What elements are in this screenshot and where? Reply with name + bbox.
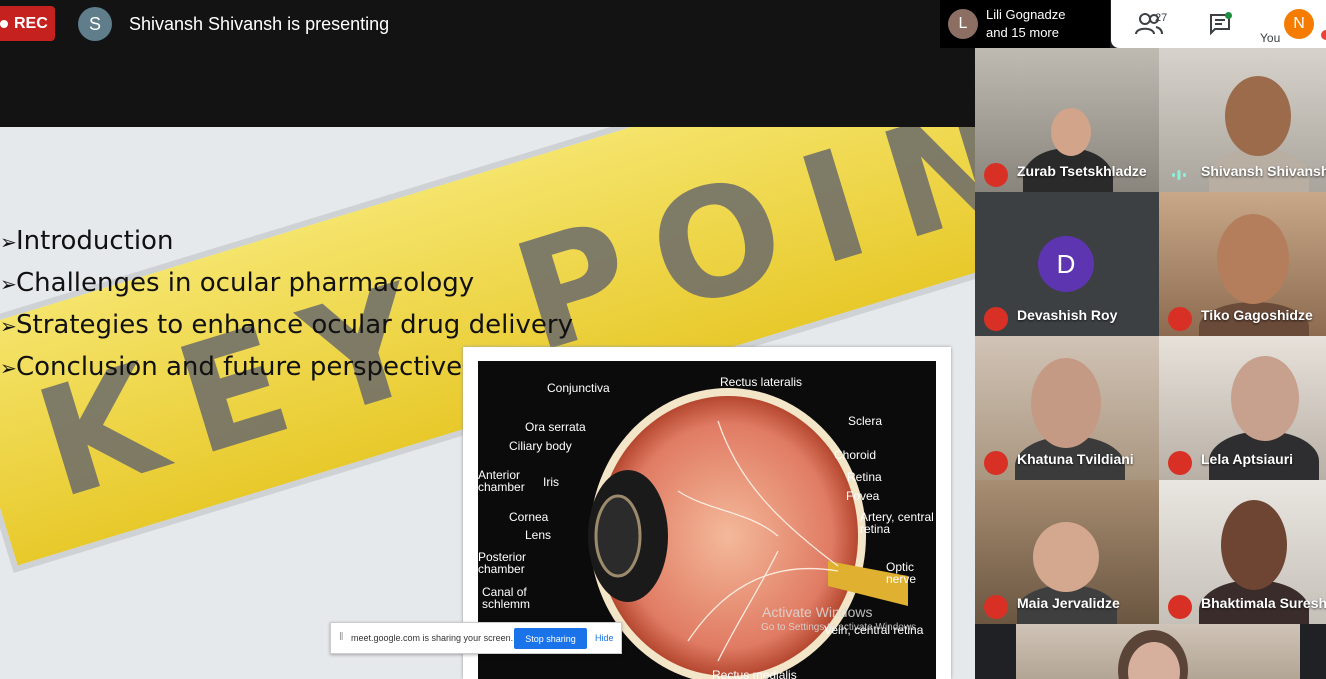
eye-label: Posterior chamber xyxy=(478,550,527,576)
participant-name: Zurab Tsetskhladze xyxy=(1017,163,1147,179)
participant-name: Bhaktimala Suresh xyxy=(1201,595,1326,611)
eye-label: Choroid xyxy=(834,448,877,462)
muted-mic-icon xyxy=(1168,595,1192,619)
shared-slide: KEY POINTS ➢Introduction ➢Challenges in … xyxy=(0,127,975,679)
presenter-status: Shivansh Shivansh is presenting xyxy=(129,14,390,34)
eye-label: Ora serrata xyxy=(525,420,586,434)
participant-tile[interactable] xyxy=(1016,624,1300,679)
presenter-topbar: REC S Shivansh Shivansh is presenting xyxy=(0,0,975,127)
participant-video-face xyxy=(1217,214,1289,304)
bullet-item: ➢Challenges in ocular pharmacology xyxy=(0,262,573,304)
participant-video-face xyxy=(1225,76,1291,156)
self-avatar[interactable]: N xyxy=(1284,9,1314,39)
participant-count: 27 xyxy=(1155,12,1168,24)
participant-video-face xyxy=(1031,358,1101,448)
self-label: You xyxy=(1260,31,1281,45)
eye-label: Anterior chamber xyxy=(478,468,525,494)
eye-label: Lens xyxy=(525,528,552,542)
participant-tile[interactable]: Khatuna Tvildiani xyxy=(975,336,1159,480)
join-notification[interactable]: L Lili Gognadze and 15 more xyxy=(940,0,1110,48)
eye-label: Canal of schlemm xyxy=(482,585,531,611)
participant-name: Maia Jervalidze xyxy=(1017,595,1120,611)
presentation-stage: REC S Shivansh Shivansh is presenting KE… xyxy=(0,0,975,679)
joined-user-name: Lili Gognadze xyxy=(986,7,1066,22)
chat-notification-dot xyxy=(1225,12,1232,19)
eye-label: Rectus medialis xyxy=(712,668,797,679)
bullet-arrow-icon: ➢ xyxy=(0,314,17,338)
windows-activation-watermark: Activate Windows xyxy=(762,604,873,620)
participant-tile[interactable]: Lela Aptsiauri xyxy=(1159,336,1326,480)
recording-badge: REC xyxy=(0,6,55,41)
muted-mic-icon xyxy=(1168,307,1192,331)
muted-mic-icon xyxy=(984,307,1008,331)
muted-mic-icon xyxy=(984,163,1008,187)
recording-label: REC xyxy=(14,14,48,32)
presenter-avatar: S xyxy=(78,7,112,41)
bullet-arrow-icon: ➢ xyxy=(0,272,17,296)
participant-avatar: D xyxy=(1038,236,1094,292)
participant-name: Khatuna Tvildiani xyxy=(1017,451,1134,467)
eye-label: Rectus lateralis xyxy=(720,375,803,389)
muted-mic-icon xyxy=(1168,451,1192,475)
bullet-arrow-icon: ➢ xyxy=(0,356,17,380)
muted-mic-icon xyxy=(984,451,1008,475)
bullet-arrow-icon: ➢ xyxy=(0,230,17,254)
joined-user-avatar: L xyxy=(948,9,978,39)
screen-sharing-bar: ‖ meet.google.com is sharing your screen… xyxy=(330,622,622,654)
participant-video-face xyxy=(1051,108,1091,156)
sharing-notice: meet.google.com is sharing your screen. xyxy=(351,633,514,643)
eye-label: Conjunctiva xyxy=(547,381,610,395)
participant-name: Lela Aptsiauri xyxy=(1201,451,1294,467)
bullet-item: ➢Strategies to enhance ocular drug deliv… xyxy=(0,304,573,346)
eye-label: Sclera xyxy=(848,414,883,428)
participant-name: Devashish Roy xyxy=(1017,307,1118,323)
eye-label: Optic nerve xyxy=(886,560,917,586)
bullet-item: ➢Introduction xyxy=(0,220,573,262)
participant-video-face xyxy=(1221,500,1287,590)
hide-button[interactable]: Hide xyxy=(595,633,614,643)
participant-tile[interactable]: Bhaktimala Suresh xyxy=(1159,480,1326,624)
stop-sharing-button[interactable]: Stop sharing xyxy=(514,628,587,649)
record-dot-icon xyxy=(0,19,8,28)
meeting-controls-panel: 27 N You xyxy=(1111,0,1326,48)
participant-video-face xyxy=(1033,522,1099,592)
windows-activation-subtext: Go to Settings to activate Windows. xyxy=(761,622,919,633)
participant-tile[interactable]: D Devashish Roy xyxy=(975,192,1159,336)
speaking-indicator-icon xyxy=(1172,170,1186,180)
eye-label: Fovea xyxy=(846,489,880,503)
participant-video-face xyxy=(1231,356,1299,441)
self-status-dot xyxy=(1321,30,1326,40)
eye-label: Iris xyxy=(543,475,559,489)
eye-label: Retina xyxy=(847,470,882,484)
eye-label: Artery, central retina xyxy=(860,510,934,536)
participant-name: Shivansh Shivansh xyxy=(1201,163,1326,179)
eye-label: Cornea xyxy=(509,510,549,524)
participant-tile[interactable]: Maia Jervalidze xyxy=(975,480,1159,624)
participant-name: Tiko Gagoshidze xyxy=(1201,307,1313,323)
participant-tile[interactable]: Tiko Gagoshidze xyxy=(1159,192,1326,336)
participant-tile[interactable]: Shivansh Shivansh xyxy=(1159,48,1326,192)
participant-tile[interactable]: Zurab Tsetskhladze xyxy=(975,48,1159,192)
muted-mic-icon xyxy=(984,595,1008,619)
eye-label: Ciliary body xyxy=(509,439,572,453)
drag-handle-icon[interactable]: ‖ xyxy=(339,631,344,643)
joined-more-count: and 15 more xyxy=(986,25,1059,40)
